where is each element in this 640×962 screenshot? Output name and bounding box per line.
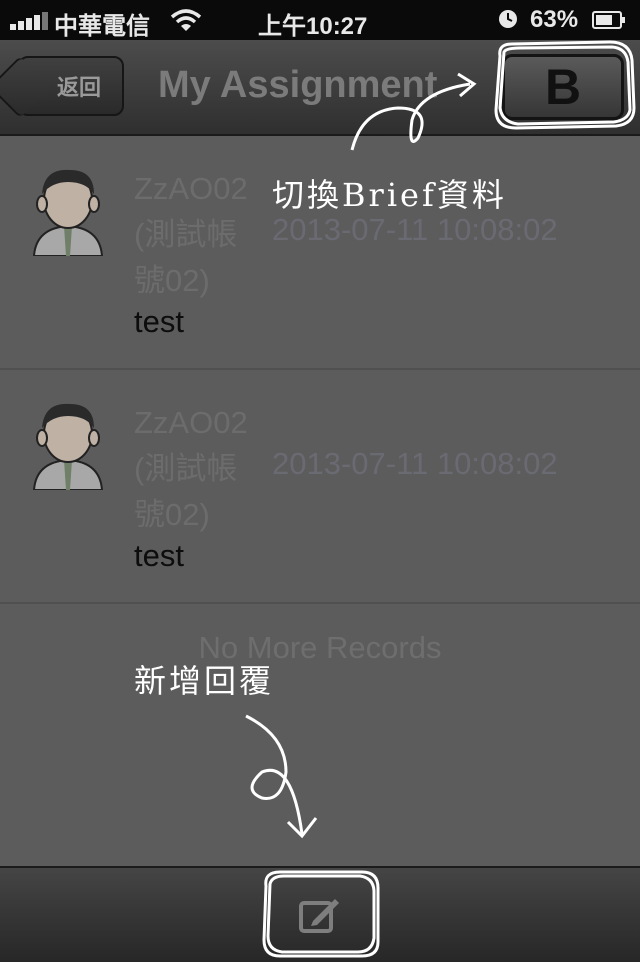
wifi-icon [170, 9, 202, 31]
bottom-toolbar [0, 866, 640, 962]
switch-brief-button[interactable]: B [502, 54, 624, 120]
message-row[interactable]: ZzAO02 (測試帳 號02) 2013-07-11 10:08:02 tes… [0, 370, 640, 604]
back-button-label: 返回 [56, 75, 101, 100]
carrier-label: 中華電信 [54, 13, 150, 40]
add-reply-button[interactable] [286, 886, 352, 944]
message-list: ZzAO02 (測試帳 號02) 2013-07-11 10:08:02 tes… [0, 136, 640, 866]
author-name: ZzAO02 (測試帳 號02) [134, 405, 248, 532]
avatar [32, 403, 104, 490]
signal-bars-icon [10, 12, 50, 30]
status-time: 上午10:27 [258, 13, 368, 40]
avatar [32, 169, 104, 256]
author-name: ZzAO02 (測試帳 號02) [134, 171, 248, 298]
status-bar: 中華電信 上午10:27 63% [0, 0, 640, 40]
no-more-records-label: No More Records [198, 630, 442, 665]
battery-icon [592, 11, 625, 29]
battery-percent: 63% [530, 6, 579, 33]
back-arrow-shape [0, 55, 52, 119]
message-timestamp: 2013-07-11 10:08:02 [272, 212, 558, 247]
compose-icon [299, 899, 339, 933]
message-content: test [134, 304, 184, 339]
clock-icon [499, 10, 517, 28]
message-timestamp: 2013-07-11 10:08:02 [272, 446, 558, 481]
page-title: My Assignment [158, 64, 438, 106]
message-content: test [134, 538, 184, 573]
annotation-add-reply: 新增回覆 [134, 662, 275, 700]
back-button[interactable]: 返回 [0, 55, 124, 119]
annotation-switch-brief: 切換Brief資料 [272, 176, 507, 214]
navigation-bar: 返回 My Assignment B [0, 40, 640, 136]
